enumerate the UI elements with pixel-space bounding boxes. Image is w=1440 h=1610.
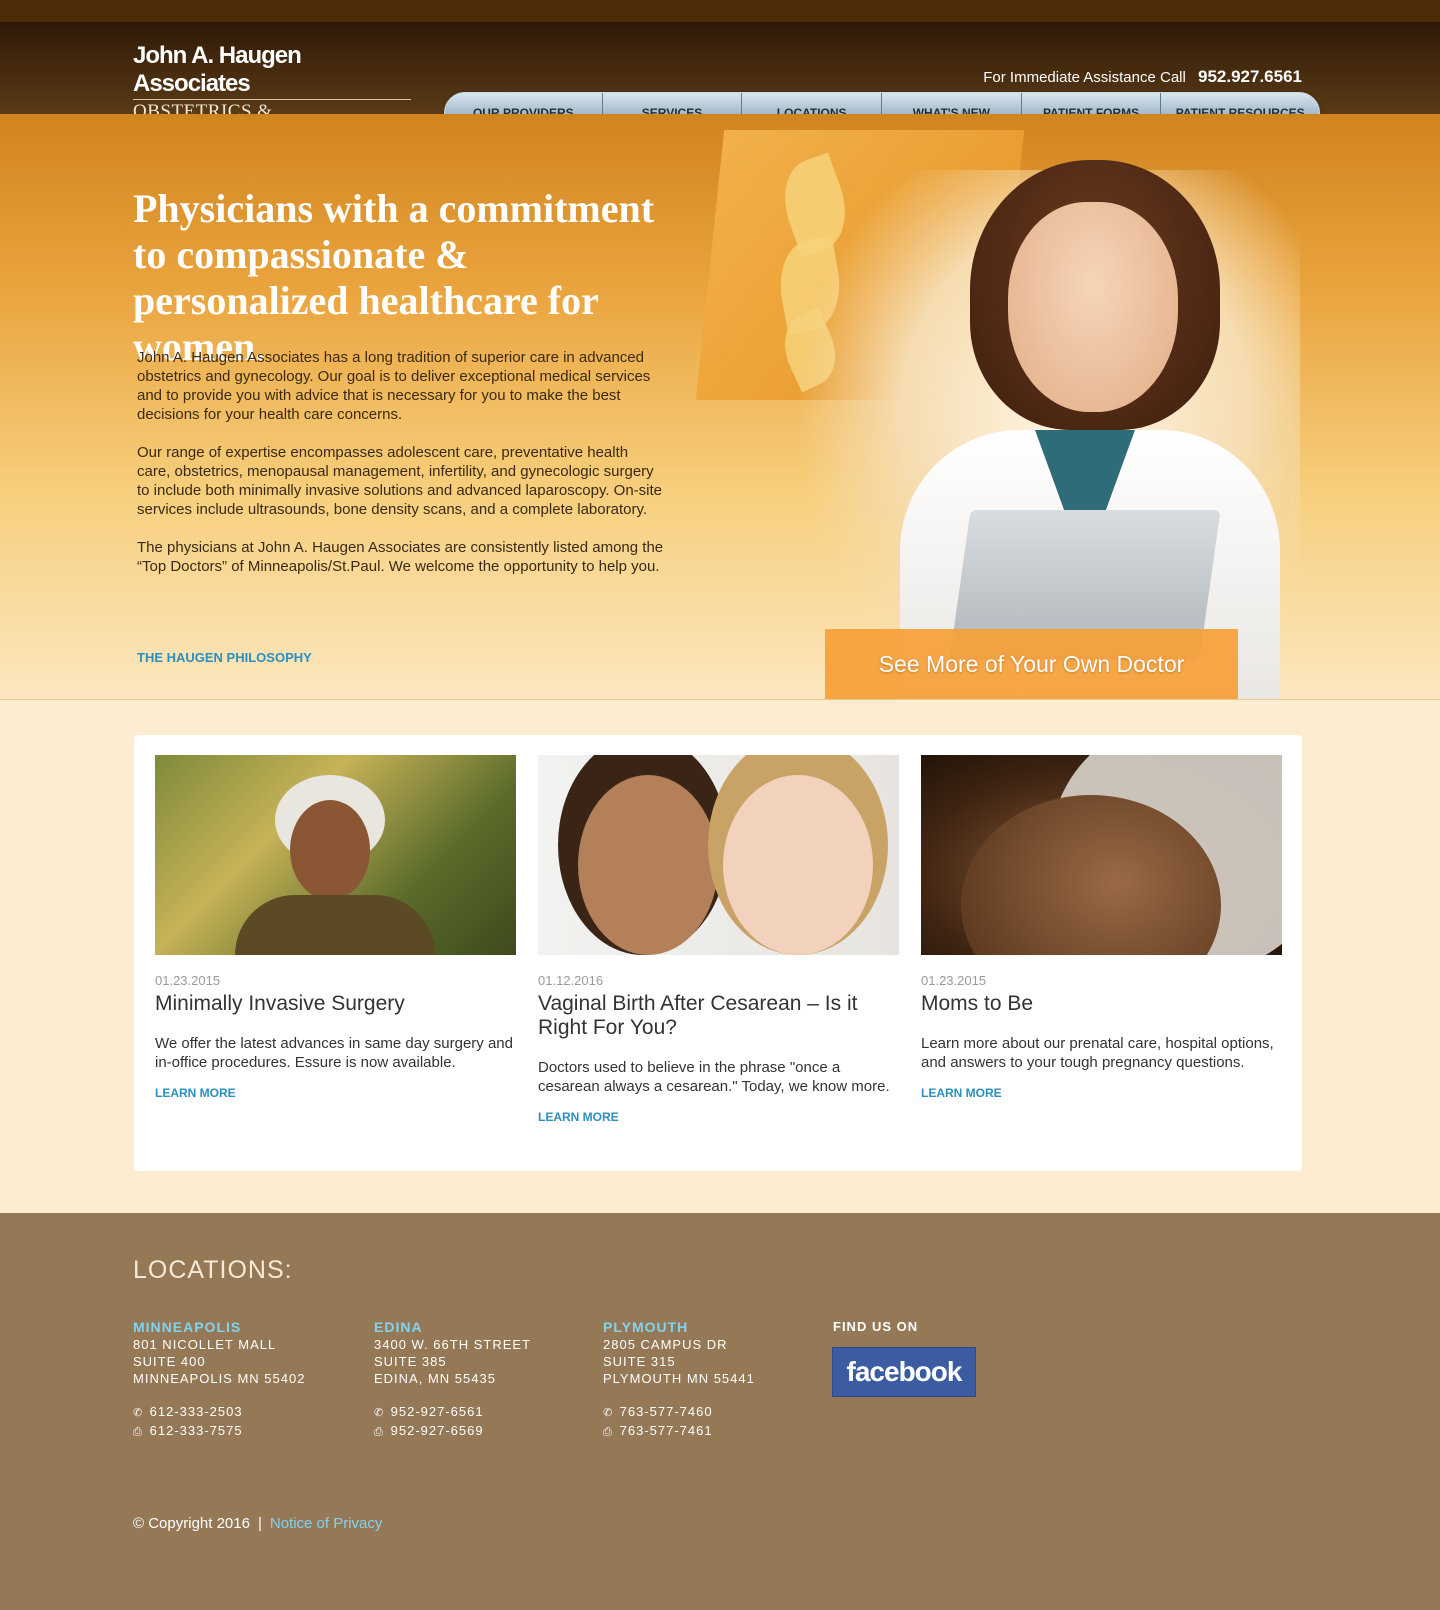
location-city: EDINA, MN 55435 [374,1371,496,1386]
location-suite: SUITE 315 [603,1354,676,1369]
facebook-button[interactable]: facebook [832,1347,976,1397]
learn-more-link[interactable]: LEARN MORE [155,1086,236,1100]
article-text: We offer the latest advances in same day… [155,1035,513,1071]
locations-heading: LOCATIONS: [133,1256,293,1284]
location-name[interactable]: PLYMOUTH [603,1319,755,1336]
hero-title: Physicians with a commitment to compassi… [133,186,655,369]
fax-number: 612-333-7575 [149,1423,243,1438]
article-date: 01.23.2015 [155,973,221,988]
article-date: 01.12.2016 [538,973,604,988]
phone-row[interactable]: ✆ 952-927-6561 [374,1403,531,1422]
learn-more-link[interactable]: LEARN MORE [538,1110,619,1124]
article-date: 01.23.2015 [921,973,987,988]
phone-icon: ✆ [374,1407,385,1419]
doctor-photo: See More of Your Own Doctor [690,130,1330,699]
photo-face [578,775,718,955]
phone-row[interactable]: ✆ 763-577-7460 [603,1403,755,1422]
hero-paragraph: Our range of expertise encompasses adole… [137,444,663,518]
fax-icon: ⎙ [603,1426,613,1438]
location-city: PLYMOUTH MN 55441 [603,1371,755,1386]
photo-face [290,800,370,900]
hero-body: John A. Haugen Associates has a long tra… [137,348,665,595]
photo-jacket [235,895,435,955]
copyright-text: © Copyright 2016 [133,1515,250,1532]
location-phones: ✆ 763-577-7460 ⎙ 763-577-7461 [603,1403,755,1441]
location-address: 2805 CAMPUS DR [603,1337,728,1352]
location-phones: ✆ 612-333-2503 ⎙ 612-333-7575 [133,1403,305,1441]
location-suite: SUITE 385 [374,1354,447,1369]
articles-panel: 01.23.2015 Minimally Invasive Surgery We… [134,735,1302,1171]
phone-number: 612-333-2503 [149,1404,243,1419]
fax-number: 952-927-6569 [390,1423,484,1438]
hero-paragraph: The physicians at John A. Haugen Associa… [137,539,664,575]
philosophy-link[interactable]: THE HAUGEN PHILOSOPHY [137,650,312,665]
article-text: Doctors used to believe in the phrase "o… [538,1059,890,1095]
site-footer: LOCATIONS: MINNEAPOLIS 801 NICOLLET MALL… [0,1213,1440,1610]
fax-icon: ⎙ [133,1426,143,1438]
article-card: 01.23.2015 Minimally Invasive Surgery We… [155,755,516,1102]
location-address: 3400 W. 66TH STREET [374,1337,531,1352]
find-us-label: FIND US ON [833,1319,919,1334]
hero-divider [0,699,1440,700]
article-image[interactable] [921,755,1282,955]
assistance-line: For Immediate Assistance Call 952.927.65… [983,67,1302,87]
location-minneapolis: MINNEAPOLIS 801 NICOLLET MALL SUITE 400 … [133,1319,305,1441]
article-card: 01.12.2016 Vaginal Birth After Cesarean … [538,755,899,1126]
article-image[interactable] [155,755,516,955]
privacy-link[interactable]: Notice of Privacy [270,1515,383,1532]
article-title[interactable]: Minimally Invasive Surgery [155,992,516,1016]
fax-number: 763-577-7461 [619,1423,713,1438]
location-phones: ✆ 952-927-6561 ⎙ 952-927-6569 [374,1403,531,1441]
assistance-phone[interactable]: 952.927.6561 [1198,67,1302,86]
location-suite: SUITE 400 [133,1354,206,1369]
photo-face [723,775,873,955]
doctor-face [1008,202,1178,412]
phone-number: 763-577-7460 [619,1404,713,1419]
assistance-label: For Immediate Assistance Call [983,69,1186,86]
fax-row: ⎙ 763-577-7461 [603,1422,755,1441]
fax-icon: ⎙ [374,1426,384,1438]
article-title[interactable]: Vaginal Birth After Cesarean – Is it Rig… [538,992,899,1040]
location-city: MINNEAPOLIS MN 55402 [133,1371,306,1386]
fax-row: ⎙ 612-333-7575 [133,1422,305,1441]
copyright-separator: | [257,1515,262,1532]
phone-row[interactable]: ✆ 612-333-2503 [133,1403,305,1422]
location-name[interactable]: MINNEAPOLIS [133,1319,305,1336]
hero-paragraph: John A. Haugen Associates has a long tra… [137,349,651,423]
location-edina: EDINA 3400 W. 66TH STREET SUITE 385 EDIN… [374,1319,531,1441]
article-card: 01.23.2015 Moms to Be Learn more about o… [921,755,1282,1102]
phone-icon: ✆ [133,1407,144,1419]
see-more-doctor-button[interactable]: See More of Your Own Doctor [825,629,1238,699]
learn-more-link[interactable]: LEARN MORE [921,1086,1002,1100]
phone-number: 952-927-6561 [390,1404,484,1419]
logo-name: John A. Haugen Associates [133,42,302,97]
location-address: 801 NICOLLET MALL [133,1337,277,1352]
top-strip [0,0,1440,22]
location-plymouth: PLYMOUTH 2805 CAMPUS DR SUITE 315 PLYMOU… [603,1319,755,1441]
hero-section: Physicians with a commitment to compassi… [0,114,1440,699]
copyright-line: © Copyright 2016 | Notice of Privacy [133,1515,382,1532]
phone-icon: ✆ [603,1407,614,1419]
article-image[interactable] [538,755,899,955]
logo-divider [133,99,411,100]
article-title[interactable]: Moms to Be [921,992,1282,1016]
location-name[interactable]: EDINA [374,1319,531,1336]
article-text: Learn more about our prenatal care, hosp… [921,1035,1274,1071]
fax-row: ⎙ 952-927-6569 [374,1422,531,1441]
